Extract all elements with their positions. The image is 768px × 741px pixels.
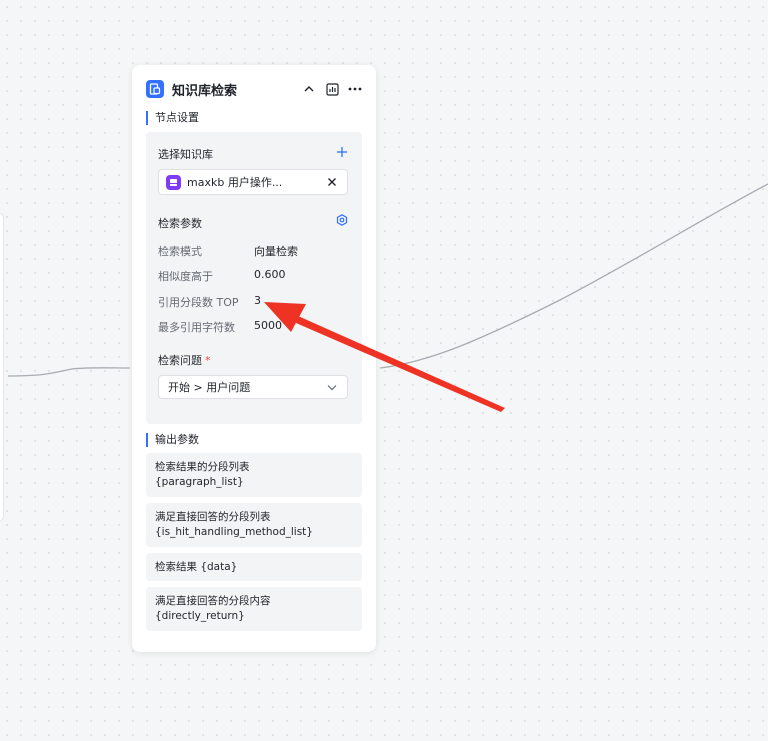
output-item-data: 检索结果 {data} xyxy=(146,553,362,581)
output-var: {paragraph_list} xyxy=(155,476,244,488)
plus-icon[interactable] xyxy=(336,146,348,158)
close-icon[interactable] xyxy=(325,175,339,189)
chevron-up-icon[interactable] xyxy=(300,80,318,98)
knowledge-item-name: maxkb 用户操作... xyxy=(187,176,283,189)
output-item-directly-return: 满足直接回答的分段内容 {directly_return} xyxy=(146,587,362,631)
question-select[interactable]: 开始 > 用户问题 xyxy=(158,375,348,399)
previous-node-edge[interactable] xyxy=(0,212,4,522)
output-name: 检索结果的分段列表 xyxy=(155,461,250,473)
output-item-paragraph-list: 检索结果的分段列表 {paragraph_list} xyxy=(146,453,362,497)
output-var: {is_hit_handling_method_list} xyxy=(155,526,313,538)
knowledge-base-icon xyxy=(146,80,164,98)
node-header: 知识库检索 xyxy=(146,78,364,100)
output-var: {directly_return} xyxy=(155,610,245,622)
dataset-icon xyxy=(166,174,181,190)
node-settings-label: 节点设置 xyxy=(146,111,199,125)
param-value-top: 3 xyxy=(254,294,261,307)
more-icon[interactable] xyxy=(346,80,364,98)
output-name: 检索结果 {data} xyxy=(155,561,238,573)
output-name: 满足直接回答的分段内容 xyxy=(155,595,271,607)
param-value-similarity: 0.600 xyxy=(254,268,286,281)
param-value-max-chars: 5000 xyxy=(254,319,282,332)
settings-panel: 选择知识库 maxkb 用户操作... 检索参数 检索模式 向量检索 相似度高于… xyxy=(146,132,362,424)
workflow-edges xyxy=(7,183,768,377)
node-title: 知识库检索 xyxy=(172,83,238,99)
edge-left xyxy=(7,367,131,377)
param-label-similarity: 相似度高于 xyxy=(158,270,213,283)
knowledge-select-label: 选择知识库 xyxy=(158,148,213,161)
chevron-down-icon xyxy=(327,385,337,391)
gear-icon[interactable] xyxy=(336,214,348,226)
knowledge-item[interactable]: maxkb 用户操作... xyxy=(158,169,348,195)
knowledge-search-node[interactable]: 知识库检索 节点设置 选择知识库 maxkb 用户操作... 检索参数 检索模式… xyxy=(132,65,376,652)
required-mark: * xyxy=(205,354,211,367)
output-params-label: 输出参数 xyxy=(146,433,199,447)
question-label: 检索问题 * xyxy=(158,352,211,368)
question-label-text: 检索问题 xyxy=(158,354,202,367)
param-label-mode: 检索模式 xyxy=(158,245,202,258)
output-name: 满足直接回答的分段列表 xyxy=(155,511,271,523)
chart-icon[interactable] xyxy=(323,80,341,98)
param-label-max-chars: 最多引用字符数 xyxy=(158,321,235,334)
edge-right xyxy=(379,183,768,369)
question-select-value: 开始 > 用户问题 xyxy=(168,381,251,394)
output-item-hit-list: 满足直接回答的分段列表 {is_hit_handling_method_list… xyxy=(146,503,362,547)
search-params-label: 检索参数 xyxy=(158,217,202,230)
param-value-mode: 向量检索 xyxy=(254,245,298,258)
param-label-top: 引用分段数 TOP xyxy=(158,296,239,309)
